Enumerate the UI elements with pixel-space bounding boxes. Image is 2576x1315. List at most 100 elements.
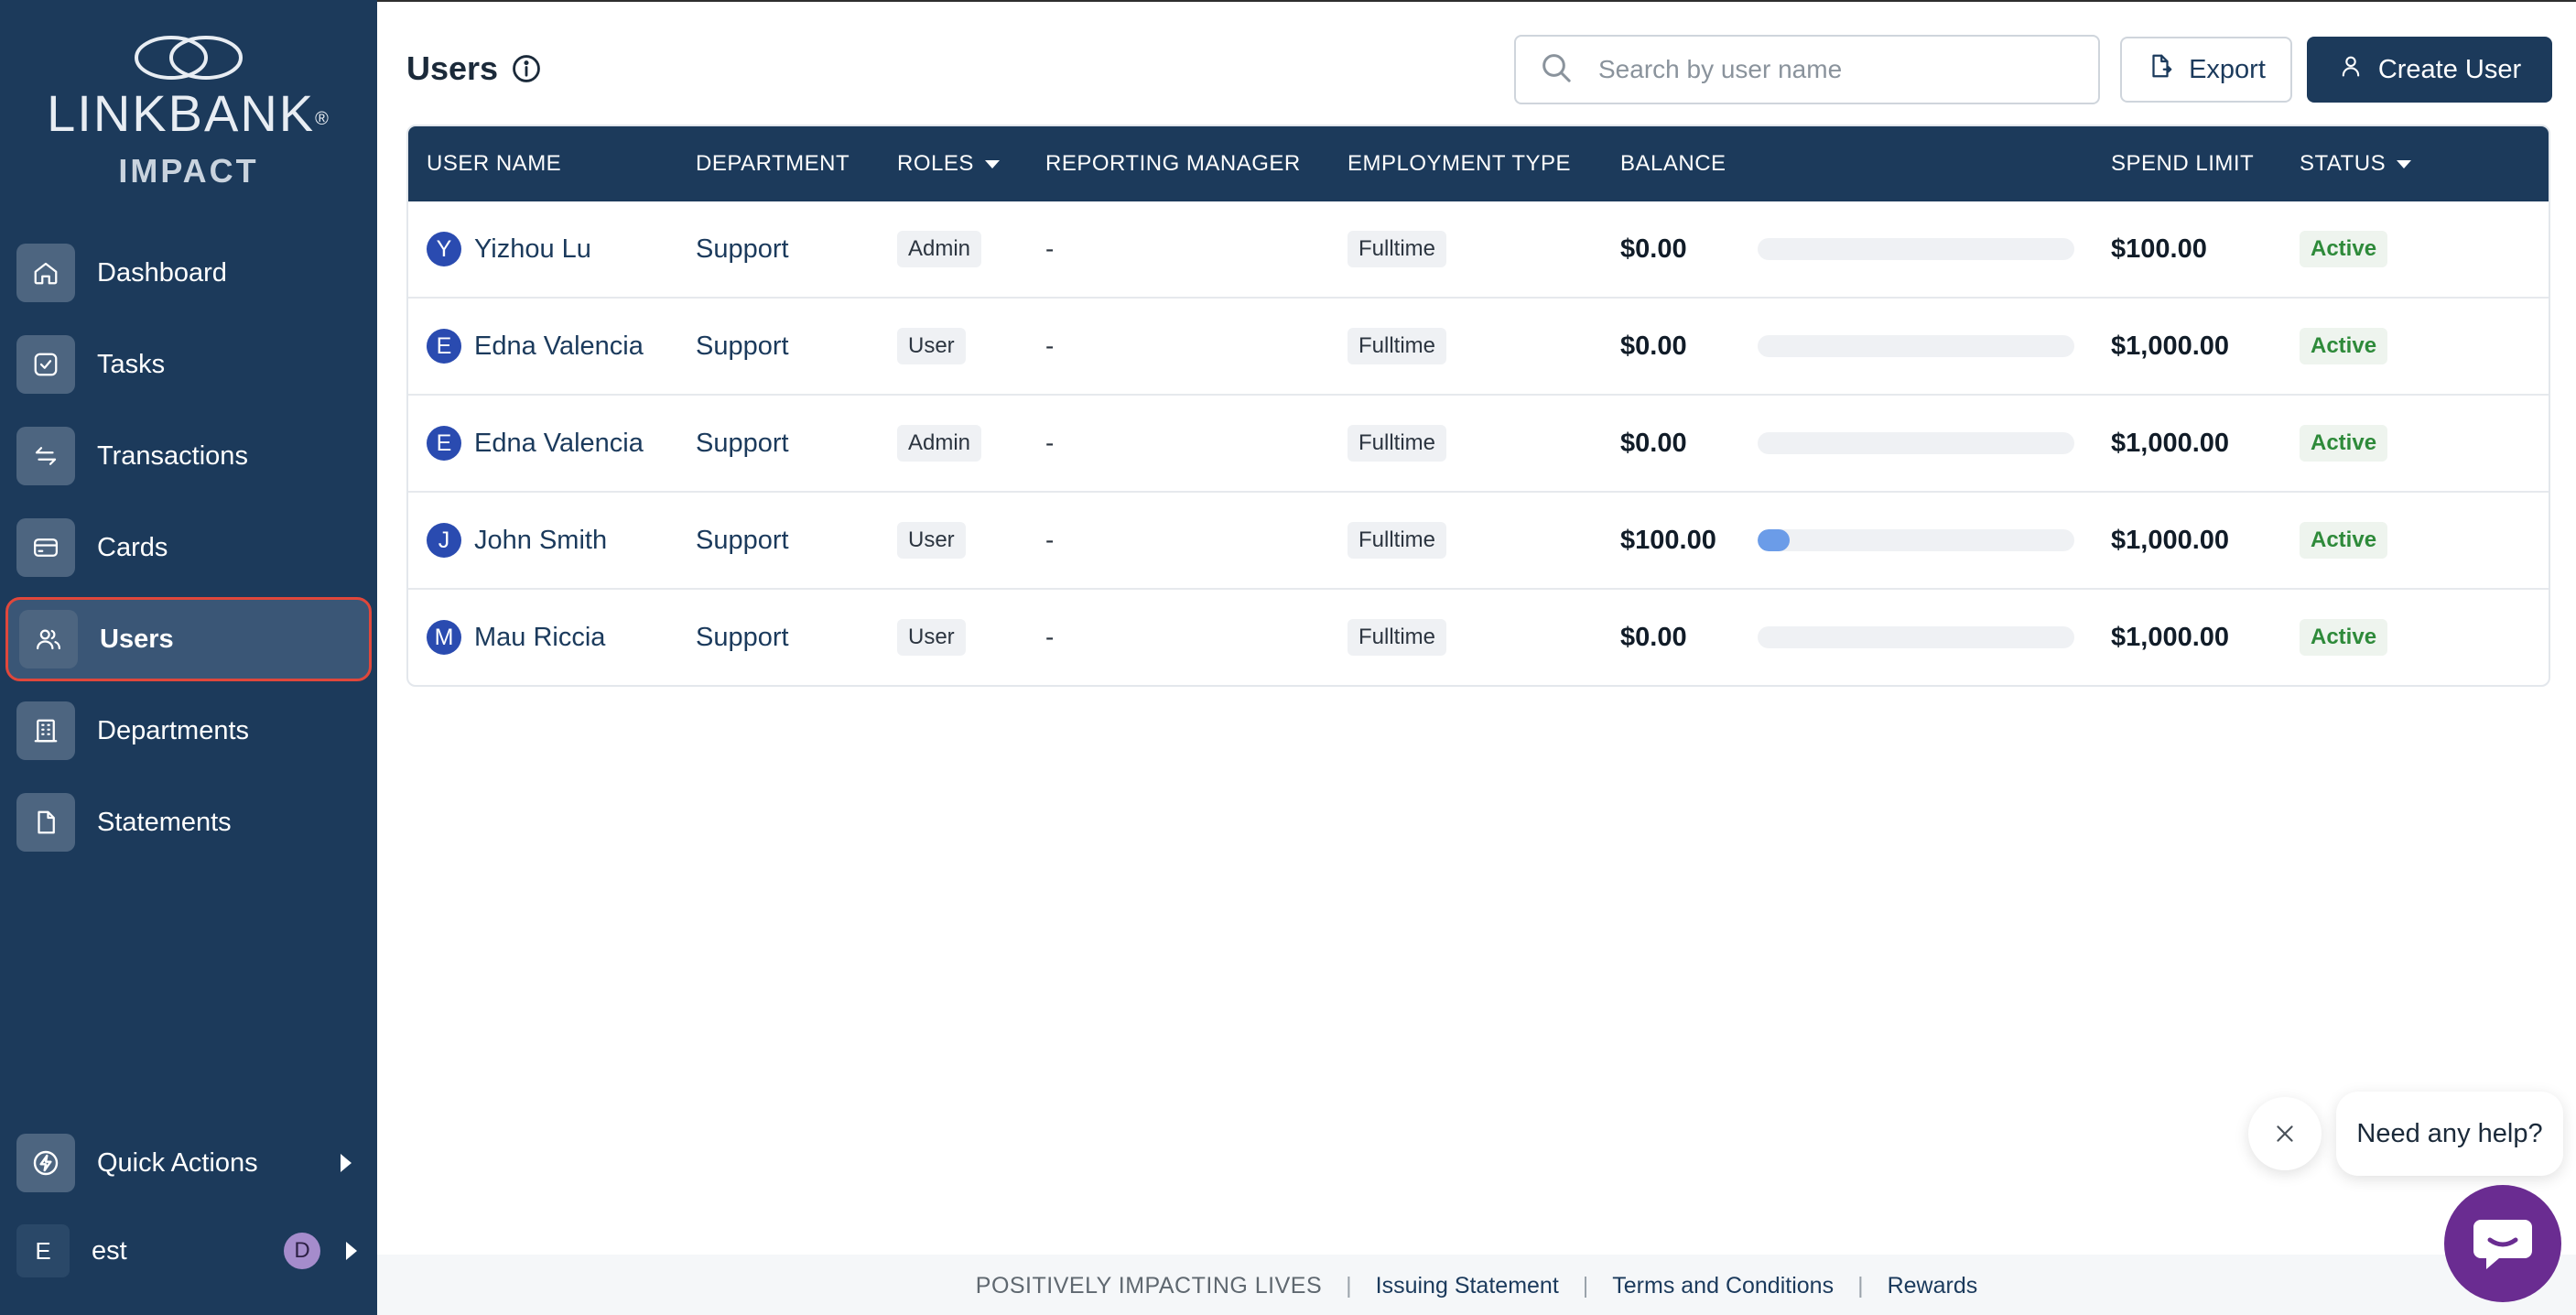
- spend-limit-amount: $1,000.00: [2111, 331, 2230, 361]
- export-button[interactable]: Export: [2120, 37, 2292, 103]
- balance-bar-cell: [1758, 201, 2074, 297]
- caret-right-icon: [346, 1242, 357, 1260]
- user-name-cell: J John Smith: [427, 493, 607, 588]
- role-tag: Admin: [897, 425, 982, 462]
- help-dismiss-button[interactable]: [2248, 1097, 2322, 1170]
- page-footer: POSITIVELY IMPACTING LIVES | Issuing Sta…: [377, 1255, 2576, 1315]
- footer-separator: |: [1346, 1272, 1352, 1299]
- account-avatar: E: [16, 1224, 70, 1277]
- footer-link-terms[interactable]: Terms and Conditions: [1612, 1273, 1834, 1299]
- table-row[interactable]: J John Smith Support User - Fulltime $100.00 $1…: [408, 493, 2549, 590]
- column-header-label: REPORTING MANAGER: [1045, 151, 1301, 176]
- balance-progress-bar: [1758, 335, 2074, 357]
- role-tag: User: [897, 522, 966, 559]
- column-header-employment-type[interactable]: EMPLOYMENT TYPE: [1348, 126, 1571, 201]
- chat-launcher-button[interactable]: [2444, 1185, 2561, 1302]
- sidebar-item-users[interactable]: Users: [5, 597, 372, 681]
- status-badge: Active: [2300, 619, 2388, 656]
- reporting-manager-text: -: [1045, 234, 1055, 263]
- balance-cell: $0.00: [1620, 396, 1687, 491]
- user-name-link[interactable]: John Smith: [474, 526, 607, 556]
- spend-limit-cell: $100.00: [2111, 201, 2207, 297]
- sidebar-item-label: Departments: [97, 715, 250, 745]
- column-header-reporting-manager[interactable]: REPORTING MANAGER: [1045, 126, 1301, 201]
- employment-type-tag: Fulltime: [1348, 328, 1447, 364]
- footer-link-rewards[interactable]: Rewards: [1888, 1273, 1978, 1299]
- sidebar-item-label: Statements: [97, 807, 232, 837]
- user-name-link[interactable]: Edna Valencia: [474, 429, 644, 459]
- sidebar-item-statements[interactable]: Statements: [5, 780, 372, 864]
- balance-progress-bar: [1758, 626, 2074, 648]
- help-prompt-bubble[interactable]: Need any help?: [2336, 1092, 2563, 1176]
- search-box[interactable]: [1514, 35, 2100, 104]
- column-header-status[interactable]: STATUS: [2300, 126, 2412, 201]
- status-cell: Active: [2300, 590, 2388, 685]
- user-name-cell: M Mau Riccia: [427, 590, 605, 685]
- brand-name: LINKBANK®: [47, 84, 330, 142]
- sidebar-item-tasks[interactable]: Tasks: [5, 322, 372, 407]
- sidebar-item-label: Cards: [97, 532, 168, 562]
- users-table: USER NAME DEPARTMENT ROLES REPORTING MAN…: [406, 125, 2550, 687]
- users-icon: [19, 610, 78, 668]
- balance-bar-cell: [1758, 590, 2074, 685]
- reporting-manager-text: -: [1045, 526, 1055, 554]
- department-text: Support: [696, 525, 789, 555]
- column-header-balance[interactable]: BALANCE: [1620, 126, 1726, 201]
- table-row[interactable]: E Edna Valencia Support User - Fulltime $0.00 $…: [408, 299, 2549, 396]
- column-header-department[interactable]: DEPARTMENT: [696, 126, 850, 201]
- column-header-spend-limit[interactable]: SPEND LIMIT: [2111, 126, 2254, 201]
- role-cell: Admin: [897, 201, 982, 297]
- table-row[interactable]: E Edna Valencia Support Admin - Fulltime $0.00…: [408, 396, 2549, 493]
- table-row[interactable]: M Mau Riccia Support User - Fulltime $0.00 $1,0…: [408, 590, 2549, 685]
- info-icon[interactable]: [511, 53, 542, 84]
- brand-logo[interactable]: LINKBANK® IMPACT: [0, 33, 377, 190]
- create-user-button[interactable]: Create User: [2307, 37, 2552, 103]
- footer-link-issuing-statement[interactable]: Issuing Statement: [1376, 1273, 1559, 1299]
- department-text: Support: [696, 331, 789, 361]
- column-header-roles[interactable]: ROLES: [897, 126, 1000, 201]
- employment-type-tag: Fulltime: [1348, 619, 1447, 656]
- spend-limit-cell: $1,000.00: [2111, 590, 2229, 685]
- column-header-label: BALANCE: [1620, 151, 1726, 176]
- role-tag: Admin: [897, 231, 982, 267]
- document-icon: [16, 793, 75, 852]
- page-title: Users: [406, 49, 542, 88]
- avatar: E: [427, 329, 461, 364]
- balance-progress-bar: [1758, 432, 2074, 454]
- user-name-link[interactable]: Edna Valencia: [474, 331, 644, 362]
- reporting-manager-cell: -: [1045, 396, 1054, 491]
- reporting-manager-cell: -: [1045, 590, 1054, 685]
- table-header: USER NAME DEPARTMENT ROLES REPORTING MAN…: [408, 126, 2549, 201]
- user-name-link[interactable]: Yizhou Lu: [474, 234, 591, 265]
- spend-limit-amount: $1,000.00: [2111, 428, 2230, 458]
- transfer-arrows-icon: [16, 427, 75, 485]
- column-header-user-name[interactable]: USER NAME: [427, 126, 561, 201]
- role-cell: Admin: [897, 396, 982, 491]
- sidebar-item-label: Users: [100, 624, 174, 654]
- user-name-link[interactable]: Mau Riccia: [474, 623, 605, 653]
- balance-amount: $0.00: [1620, 331, 1687, 361]
- employment-type-cell: Fulltime: [1348, 493, 1447, 588]
- department-cell: Support: [696, 396, 789, 491]
- table-row[interactable]: Y Yizhou Lu Support Admin - Fulltime $0.00 $100…: [408, 201, 2549, 299]
- balance-amount: $0.00: [1620, 428, 1687, 458]
- sidebar-item-transactions[interactable]: Transactions: [5, 414, 372, 498]
- avatar: J: [427, 523, 461, 558]
- balance-cell: $0.00: [1620, 299, 1687, 394]
- balance-cell: $0.00: [1620, 201, 1687, 297]
- reporting-manager-text: -: [1045, 623, 1055, 651]
- search-input[interactable]: [1598, 55, 2074, 84]
- reporting-manager-cell: -: [1045, 201, 1054, 297]
- sidebar-item-departments[interactable]: Departments: [5, 689, 372, 773]
- export-label: Export: [2189, 54, 2266, 84]
- balance-cell: $0.00: [1620, 590, 1687, 685]
- home-icon: [16, 244, 75, 302]
- account-badge: D: [284, 1233, 320, 1269]
- sidebar-item-dashboard[interactable]: Dashboard: [5, 231, 372, 315]
- status-badge: Active: [2300, 231, 2388, 267]
- sidebar-item-cards[interactable]: Cards: [5, 505, 372, 590]
- employment-type-tag: Fulltime: [1348, 231, 1447, 267]
- account-switcher[interactable]: E est D: [16, 1224, 372, 1277]
- user-name-cell: E Edna Valencia: [427, 396, 644, 491]
- quick-actions-menu[interactable]: Quick Actions: [5, 1121, 372, 1205]
